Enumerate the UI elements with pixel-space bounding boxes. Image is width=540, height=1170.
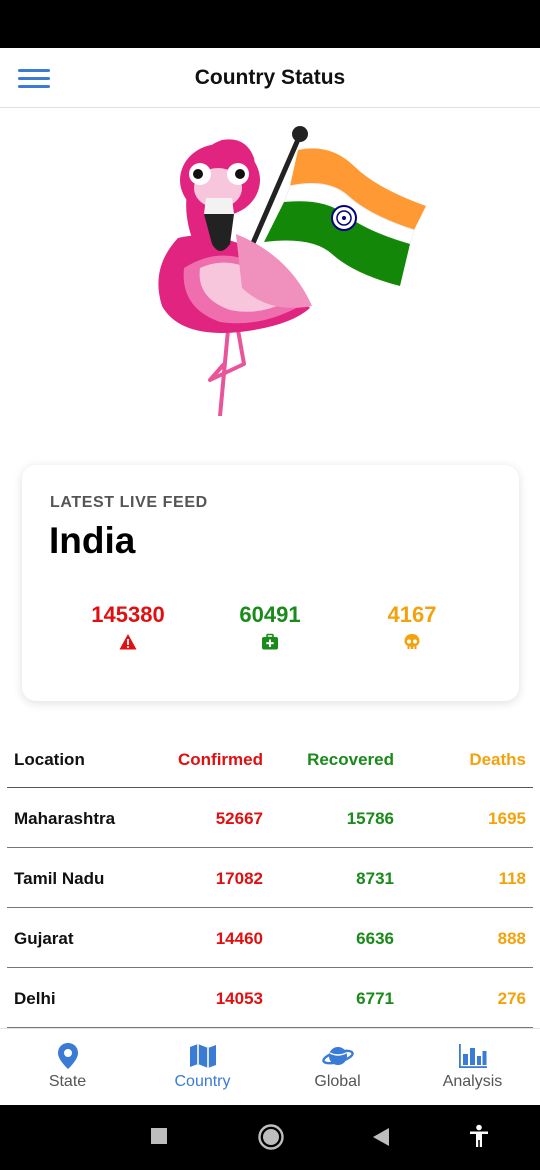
back-icon[interactable] <box>372 1127 390 1147</box>
deaths-stat: 4167 <box>342 602 482 651</box>
table-row[interactable]: Gujarat 14460 6636 888 <box>7 908 533 968</box>
row-location: Tamil Nadu <box>14 869 105 888</box>
nav-label-analysis: Analysis <box>442 1073 503 1090</box>
bottom-navigation: State Country Global Analysis <box>0 1028 540 1105</box>
header-deaths: Deaths <box>469 750 526 769</box>
row-confirmed: 14053 <box>215 989 263 1008</box>
nav-tab-state[interactable]: State <box>0 1029 135 1106</box>
country-name: India <box>49 520 136 561</box>
row-deaths: 118 <box>498 869 526 888</box>
row-confirmed: 17082 <box>215 869 263 888</box>
row-recovered: 15786 <box>346 809 394 828</box>
row-deaths: 1695 <box>488 809 526 828</box>
card-kicker: LATEST LIVE FEED <box>50 494 208 511</box>
map-icon <box>189 1044 216 1068</box>
recovered-count: 60491 <box>239 602 301 627</box>
nav-label-state: State <box>48 1073 87 1090</box>
recents-icon[interactable] <box>150 1127 168 1145</box>
row-confirmed: 52667 <box>215 809 263 828</box>
header-location: Location <box>14 750 85 769</box>
confirmed-count: 145380 <box>91 602 165 627</box>
row-confirmed: 14460 <box>215 929 263 948</box>
page-title: Country Status <box>194 66 346 89</box>
recovered-stat: 60491 <box>200 602 340 651</box>
row-location: Maharashtra <box>14 809 116 828</box>
nav-tab-global[interactable]: Global <box>270 1029 405 1106</box>
table-row[interactable]: Tamil Nadu 17082 8731 118 <box>7 848 533 908</box>
nav-tab-analysis[interactable]: Analysis <box>405 1029 540 1106</box>
nav-label-country: Country <box>174 1073 231 1090</box>
app-bar: Country Status <box>0 48 540 108</box>
deaths-count: 4167 <box>387 602 437 627</box>
status-bar <box>0 0 540 48</box>
header-recovered: Recovered <box>307 750 394 769</box>
row-deaths: 276 <box>497 989 526 1008</box>
header-confirmed: Confirmed <box>178 750 263 769</box>
nav-tab-country[interactable]: Country <box>135 1029 270 1106</box>
state-table: Location Confirmed Recovered Deaths Maha… <box>7 728 533 1028</box>
row-recovered: 8731 <box>356 869 394 888</box>
latest-feed-card: LATEST LIVE FEED India 145380 60491 4167 <box>22 465 519 701</box>
system-navigation-bar <box>0 1105 540 1170</box>
bar-chart-icon <box>458 1044 487 1068</box>
skull-icon <box>404 634 420 649</box>
map-pin-icon <box>57 1043 78 1069</box>
accessibility-icon[interactable] <box>468 1124 490 1148</box>
table-row[interactable]: Delhi 14053 6771 276 <box>7 968 533 1028</box>
nav-label-global: Global <box>314 1073 361 1090</box>
row-deaths: 888 <box>497 929 526 948</box>
planet-icon <box>321 1047 354 1065</box>
medical-kit-icon <box>262 633 278 650</box>
row-recovered: 6636 <box>356 929 394 948</box>
row-location: Delhi <box>14 989 56 1008</box>
row-recovered: 6771 <box>356 989 394 1008</box>
confirmed-stat: 145380 <box>58 602 198 651</box>
warning-icon <box>119 634 137 650</box>
flamingo-flag-illustration <box>158 126 426 417</box>
home-icon[interactable] <box>257 1123 285 1151</box>
row-location: Gujarat <box>14 929 74 948</box>
table-row[interactable]: Maharashtra 52667 15786 1695 <box>7 788 533 848</box>
table-header-row: Location Confirmed Recovered Deaths <box>7 728 533 788</box>
